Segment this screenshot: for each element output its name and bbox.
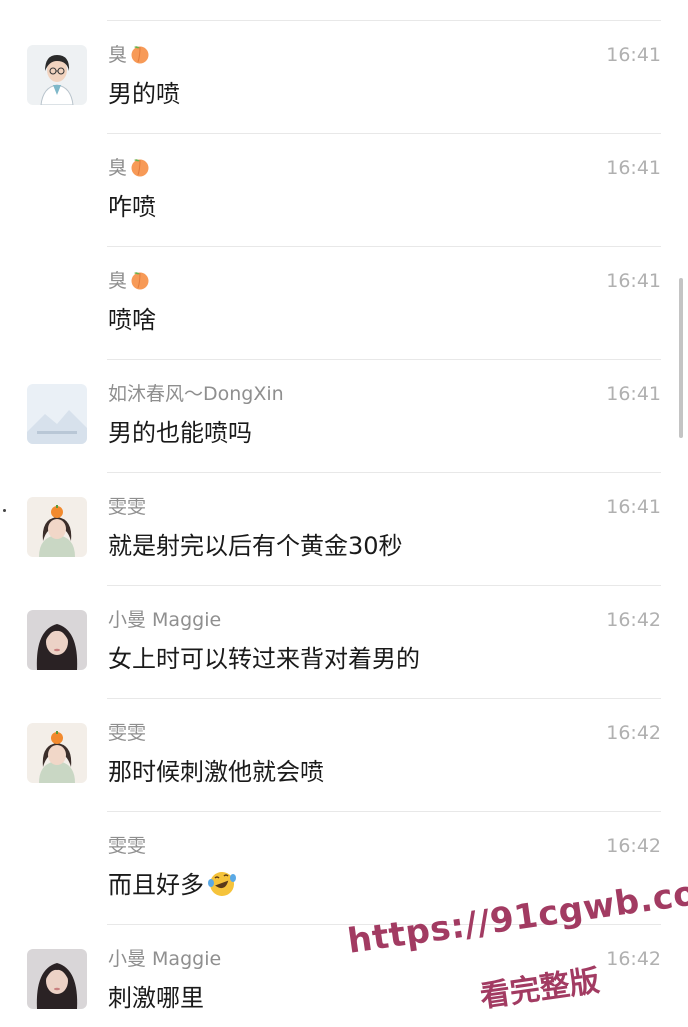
avatar[interactable] [27, 497, 87, 557]
message-text: 而且好多 [108, 869, 238, 901]
side-dot [3, 509, 6, 512]
sender-name: 臭 [108, 156, 151, 180]
avatar-girl-orange [27, 723, 87, 783]
message-time: 16:42 [606, 722, 661, 744]
message-item[interactable]: 如沐春风～DongXin 16:41 男的也能喷吗 [0, 360, 688, 473]
message-item[interactable]: 臭 16:41 咋喷 [0, 134, 688, 247]
sender-name: 雯雯 [108, 722, 147, 744]
message-item[interactable]: 雯雯 16:42 那时候刺激他就会喷 [0, 699, 688, 812]
chat-history: 臭 16:41 男的喷 臭 16:41 咋喷 臭 16:41 喷啥 如沐春风～D… [0, 0, 688, 1027]
sender-name: 雯雯 [108, 496, 147, 518]
avatar[interactable] [27, 949, 87, 1009]
message-text: 就是射完以后有个黄金30秒 [108, 532, 403, 560]
message-time: 16:41 [606, 157, 661, 179]
message-item[interactable]: 臭 16:41 喷啥 [0, 247, 688, 360]
sender-name: 雯雯 [108, 835, 147, 857]
peach-emoji [131, 272, 149, 290]
watermark-caption: 看完整版 [478, 963, 602, 1015]
message-text: 刺激哪里 [108, 984, 204, 1012]
avatar[interactable] [27, 723, 87, 783]
message-time: 16:41 [606, 270, 661, 292]
sender-name: 小曼 Maggie [108, 948, 222, 970]
message-text: 男的喷 [108, 80, 180, 108]
sender-name: 小曼 Maggie [108, 609, 222, 631]
peach-emoji [131, 46, 149, 64]
avatar[interactable] [27, 384, 87, 444]
message-time: 16:41 [606, 44, 661, 66]
sender-name: 臭 [108, 43, 151, 67]
avatar[interactable] [27, 45, 87, 105]
sender-name: 臭 [108, 269, 151, 293]
avatar[interactable] [27, 610, 87, 670]
avatar-illustrated-woman-glasses [27, 45, 87, 105]
message-text: 男的也能喷吗 [108, 419, 252, 447]
sender-name: 如沐春风～DongXin [108, 383, 284, 405]
message-text: 那时候刺激他就会喷 [108, 758, 324, 786]
laughing-tears-emoji [208, 872, 236, 896]
avatar-woman-long-hair [27, 610, 87, 670]
peach-emoji [131, 159, 149, 177]
scrollbar[interactable] [679, 278, 683, 438]
message-text: 喷啥 [108, 306, 156, 334]
message-time: 16:41 [606, 496, 661, 518]
message-item[interactable]: 雯雯 16:41 就是射完以后有个黄金30秒 [0, 473, 688, 586]
avatar-girl-orange [27, 497, 87, 557]
message-time: 16:42 [606, 835, 661, 857]
message-text: 女上时可以转过来背对着男的 [108, 645, 420, 673]
avatar-woman-long-hair [27, 949, 87, 1009]
message-item[interactable]: 臭 16:41 男的喷 [0, 21, 688, 134]
message-time: 16:42 [606, 609, 661, 631]
message-text: 咋喷 [108, 193, 156, 221]
watermark: https://91cgwb.com 看完整版 [340, 868, 688, 1020]
message-item[interactable]: 小曼 Maggie 16:42 女上时可以转过来背对着男的 [0, 586, 688, 699]
avatar-image-placeholder [27, 384, 87, 444]
message-time: 16:41 [606, 383, 661, 405]
